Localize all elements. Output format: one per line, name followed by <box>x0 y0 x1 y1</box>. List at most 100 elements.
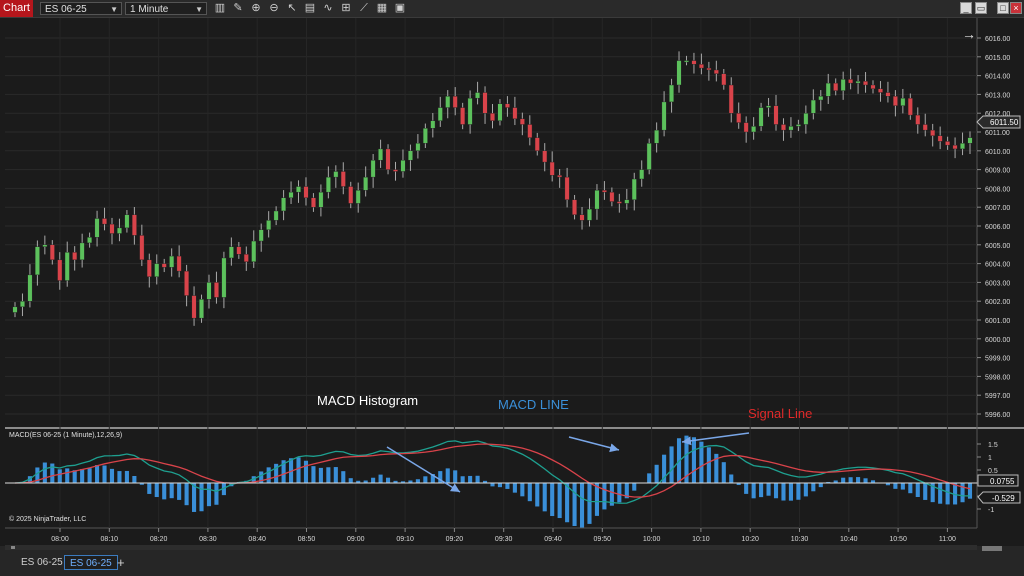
time-tick-label: 10:40 <box>840 536 858 543</box>
candle-down <box>527 124 533 138</box>
candle-down <box>214 282 219 298</box>
candle-down <box>519 118 525 125</box>
candle-down <box>915 114 921 125</box>
add-tab-icon[interactable]: + <box>112 555 130 570</box>
tab-es-1[interactable]: ES 06-25 <box>16 555 68 570</box>
horizontal-scrollbar[interactable] <box>5 545 977 550</box>
price-tick-label: 5999.00 <box>985 356 1010 363</box>
annotation-macd-line: MACD LINE <box>498 397 569 412</box>
candle-up <box>266 220 272 230</box>
candle-up <box>587 208 592 221</box>
price-tick-label: 6006.00 <box>985 224 1010 231</box>
candle-up <box>751 126 757 133</box>
candle-up <box>20 301 25 308</box>
candle-down <box>907 97 913 116</box>
candle-up <box>325 176 331 193</box>
price-tick-label: 6008.00 <box>985 186 1010 193</box>
candle-up <box>654 129 660 144</box>
candle-up <box>296 186 301 193</box>
candle-up <box>646 143 652 170</box>
chart-canvas[interactable]: 6016.006015.006014.006013.006012.006011.… <box>0 0 1024 576</box>
candle-up <box>333 171 339 178</box>
price-tick-label: 6010.00 <box>985 149 1010 156</box>
candle-up <box>960 143 965 150</box>
candle-up <box>407 150 413 161</box>
time-tick-label: 08:00 <box>51 536 69 543</box>
candle-up <box>117 227 122 234</box>
candle-up <box>840 79 846 91</box>
price-tick-label: 5998.00 <box>985 374 1010 381</box>
candle-up <box>281 197 287 212</box>
candle-up <box>669 84 675 103</box>
candle-down <box>870 84 876 89</box>
candle-up <box>661 101 667 131</box>
time-tick-label: 09:20 <box>446 536 464 543</box>
annotation-macd-histogram: MACD Histogram <box>317 393 418 408</box>
candle-down <box>542 150 548 163</box>
candle-up <box>206 282 212 300</box>
tab-es-2[interactable]: ES 06-25 <box>64 555 118 570</box>
price-tick-label: 6003.00 <box>985 280 1010 287</box>
candle-up <box>467 97 473 125</box>
candle-down <box>698 64 704 69</box>
candle-down <box>512 107 518 120</box>
time-tick-label: 10:30 <box>791 536 809 543</box>
time-axis: 08:00 08:10 08:20 08:30 08:40 08:50 09:00 09:10… <box>51 528 956 543</box>
candle-up <box>594 190 600 210</box>
candle-down <box>616 201 622 204</box>
candle-down <box>706 67 712 71</box>
scroll-thumb[interactable] <box>982 546 1002 551</box>
candle-up <box>34 246 40 276</box>
candle-down <box>340 171 346 187</box>
candle-up <box>124 214 130 229</box>
time-tick-label: 10:00 <box>643 536 661 543</box>
candle-up <box>228 246 234 259</box>
price-tick-label: 6007.00 <box>985 205 1010 212</box>
candle-down <box>176 255 182 272</box>
macd-tick-label: 1.5 <box>988 442 998 449</box>
candle-down <box>393 169 398 172</box>
candle-down <box>564 176 570 200</box>
candle-down <box>781 124 786 131</box>
candle-down <box>482 92 488 114</box>
candle-down <box>534 137 540 151</box>
candle-down <box>72 252 78 261</box>
candle-up <box>288 191 294 199</box>
candle-up <box>251 240 257 262</box>
candle-up <box>363 176 369 191</box>
candle-up <box>437 107 443 121</box>
candle-up <box>766 105 771 108</box>
candle-down <box>736 112 742 123</box>
candle-down <box>504 103 510 108</box>
copyright-text: © 2025 NinjaTrader, LLC <box>9 515 86 523</box>
candle-down <box>579 214 585 221</box>
indicator-label: MACD(ES 06-25 (1 Minute),12,26,9) <box>9 432 122 439</box>
macd-value-label: 0.0755 <box>990 477 1015 486</box>
candle-down <box>848 79 854 84</box>
candle-up <box>94 218 100 238</box>
candle-up <box>422 128 428 144</box>
candle-down <box>713 69 719 74</box>
bottom-bar <box>0 546 1024 576</box>
candle-down <box>743 122 749 133</box>
candle-down <box>102 218 107 225</box>
price-tick-label: 6004.00 <box>985 262 1010 269</box>
time-tick-label: 10:50 <box>889 536 907 543</box>
candle-up <box>445 96 451 108</box>
candle-down <box>878 88 883 93</box>
candle-down <box>191 295 197 319</box>
candle-up <box>758 107 764 127</box>
candle-up <box>415 143 421 151</box>
time-tick-label: 09:30 <box>495 536 513 543</box>
arrow-right-icon[interactable]: → <box>962 26 976 42</box>
candle-up <box>12 306 18 313</box>
scroll-left-icon[interactable] <box>11 546 15 549</box>
candle-down <box>460 107 466 125</box>
macd-tick-label: 0.5 <box>988 468 998 475</box>
candle-up <box>818 96 824 101</box>
candle-up <box>631 178 637 200</box>
candle-up <box>475 92 481 99</box>
candle-up <box>79 242 85 261</box>
candle-up <box>370 159 376 178</box>
candle-down <box>490 112 495 121</box>
